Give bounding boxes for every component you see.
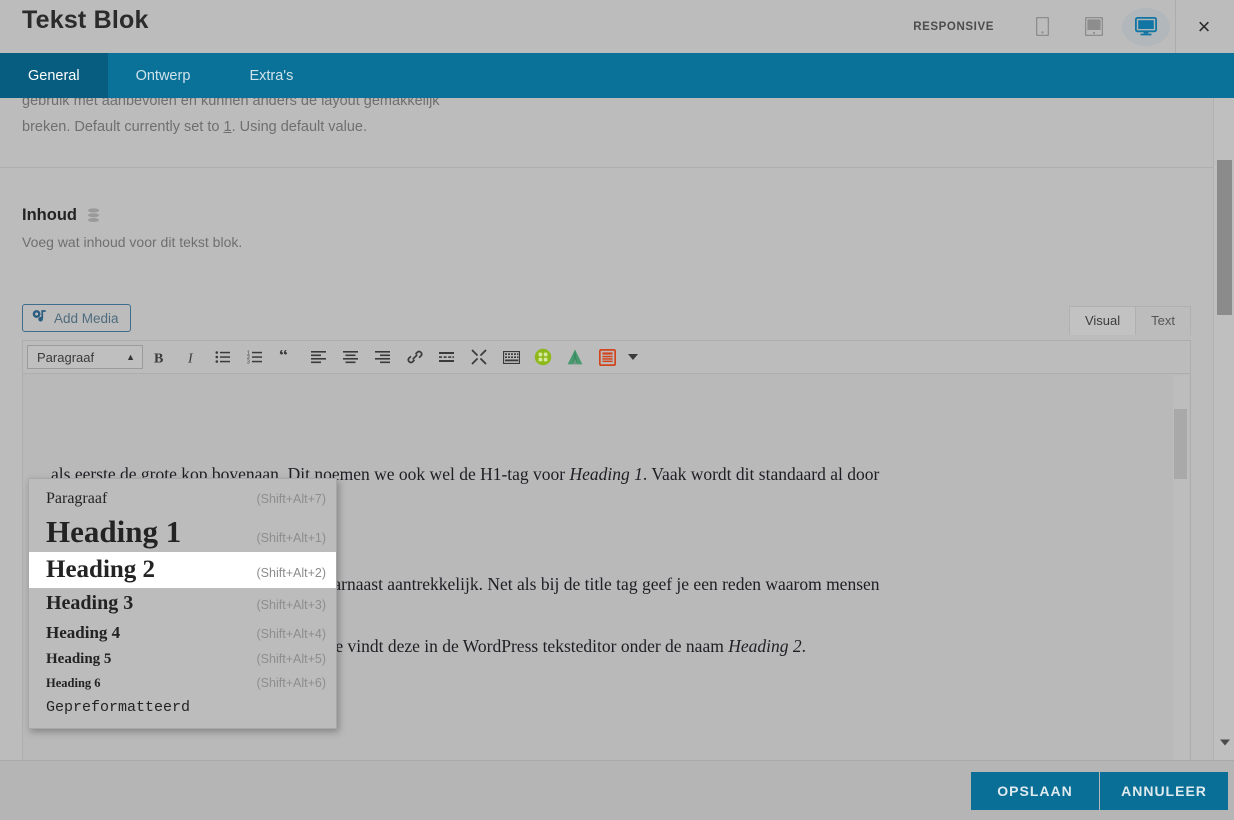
bullet-list-icon[interactable]	[207, 342, 239, 372]
format-option-label: Paragraaf	[46, 490, 108, 507]
format-option-shortcut: (Shift+Alt+1)	[256, 531, 326, 545]
format-option-shortcut: (Shift+Alt+7)	[256, 492, 326, 506]
avia-layout-icon[interactable]	[559, 342, 591, 372]
format-option-label: Heading 1	[46, 514, 182, 549]
doc-em-1: Heading 1	[569, 464, 643, 484]
template-red-icon[interactable]	[591, 342, 623, 372]
format-option-heading-6[interactable]: Heading 6 (Shift+Alt+6)	[29, 672, 336, 695]
save-button[interactable]: OPSLAAN	[971, 772, 1099, 810]
more-caret-icon[interactable]	[623, 342, 643, 372]
format-dropdown-menu: Paragraaf (Shift+Alt+7) Heading 1 (Shift…	[28, 478, 337, 729]
fullscreen-icon[interactable]	[463, 342, 495, 372]
doc-em-2: Heading 2	[728, 636, 802, 657]
desktop-icon	[1135, 17, 1157, 36]
format-select-value: Paragraaf	[37, 349, 95, 365]
editor-scrollbar[interactable]	[1173, 375, 1189, 760]
align-left-icon[interactable]	[303, 342, 335, 372]
modal-scrollbar-thumb[interactable]	[1217, 160, 1232, 315]
toolbar-toggle-icon[interactable]	[495, 342, 527, 372]
format-option-heading-2[interactable]: Heading 2 (Shift+Alt+2)	[29, 552, 336, 588]
numbered-list-icon[interactable]: 1 2 3	[239, 342, 271, 372]
svg-text:B: B	[154, 351, 163, 365]
editor-scrollbar-thumb[interactable]	[1174, 409, 1187, 479]
device-desktop-button[interactable]	[1122, 7, 1170, 46]
tab-bar: General Ontwerp Extra's	[0, 53, 1234, 98]
format-option-shortcut: (Shift+Alt+2)	[256, 566, 326, 580]
format-option-label: Heading 6	[46, 676, 101, 690]
scroll-down-arrow-icon[interactable]	[1214, 734, 1234, 750]
format-option-label: Heading 3	[46, 592, 134, 614]
clipped-help-line1: gebruik met aanbevolen en kunnen anders …	[22, 98, 440, 109]
tab-ontwerp[interactable]: Ontwerp	[108, 53, 219, 98]
format-option-label: Heading 2	[46, 556, 156, 583]
format-select[interactable]: Paragraaf ▲	[27, 345, 143, 369]
page-title: Tekst Blok	[22, 6, 149, 34]
doc-text-2: . Vaak wordt dit standaard al door	[642, 464, 880, 484]
modal-footer: OPSLAAN ANNULEER	[0, 760, 1234, 820]
shortcode-green-icon[interactable]	[527, 342, 559, 372]
mobile-icon	[1035, 17, 1049, 36]
read-more-icon[interactable]	[431, 342, 463, 372]
close-icon: ×	[1197, 14, 1211, 39]
modal-scrollbar[interactable]	[1213, 98, 1234, 760]
format-option-heading-3[interactable]: Heading 3 (Shift+Alt+3)	[29, 588, 336, 619]
link-icon[interactable]	[399, 342, 431, 372]
format-option-heading-1[interactable]: Heading 1 (Shift+Alt+1)	[29, 512, 336, 552]
italic-icon[interactable]: I	[175, 342, 207, 372]
close-button[interactable]: ×	[1184, 8, 1224, 46]
header-divider	[1175, 0, 1176, 53]
svg-text:I: I	[187, 351, 194, 365]
tab-extras[interactable]: Extra's	[218, 53, 324, 98]
tab-text[interactable]: Text	[1135, 306, 1191, 335]
chevron-up-icon: ▲	[126, 352, 135, 362]
blockquote-icon[interactable]: “	[271, 342, 303, 372]
format-option-label: Gepreformatteerd	[46, 699, 191, 716]
default-help-suffix: . Using default value.	[231, 119, 367, 135]
tab-general[interactable]: General	[0, 53, 108, 98]
align-center-icon[interactable]	[335, 342, 367, 372]
responsive-controls: RESPONSIVE	[913, 0, 1172, 53]
tab-visual[interactable]: Visual	[1068, 306, 1137, 335]
format-option-paragraaf[interactable]: Paragraaf (Shift+Alt+7)	[29, 486, 336, 512]
svg-text:“: “	[279, 350, 288, 364]
default-help-prefix: breken. Default currently set to	[22, 119, 224, 135]
media-icon	[32, 309, 47, 327]
format-option-label: Heading 4	[46, 623, 121, 642]
format-option-gepreformatteerd[interactable]: Gepreformatteerd	[29, 695, 336, 720]
modal-window: Tekst Blok RESPONSIVE × General Ontwerp …	[0, 0, 1234, 820]
window-header: Tekst Blok RESPONSIVE ×	[0, 0, 1234, 53]
inhoud-heading: Inhoud	[22, 206, 100, 225]
database-icon	[87, 208, 100, 223]
align-right-icon[interactable]	[367, 342, 399, 372]
editor-toolbar: Paragraaf ▲ B I 1 2 3 “	[23, 341, 1190, 374]
format-option-shortcut: (Shift+Alt+5)	[256, 652, 326, 666]
format-option-shortcut: (Shift+Alt+6)	[256, 676, 326, 690]
add-media-button[interactable]: Add Media	[22, 304, 131, 332]
clipped-help-line2: breken. Default currently set to 1. Usin…	[22, 114, 922, 140]
format-option-shortcut: (Shift+Alt+4)	[256, 627, 326, 641]
device-tablet-button[interactable]	[1070, 8, 1118, 46]
clipped-help-text: gebruik met aanbevolen en kunnen anders …	[22, 98, 922, 140]
tablet-icon	[1085, 17, 1103, 36]
bold-icon[interactable]: B	[143, 342, 175, 372]
format-option-heading-4[interactable]: Heading 4 (Shift+Alt+4)	[29, 619, 336, 647]
inhoud-description: Voeg wat inhoud voor dit tekst blok.	[22, 234, 243, 250]
format-option-shortcut: (Shift+Alt+3)	[256, 598, 326, 612]
add-media-label: Add Media	[54, 310, 119, 326]
device-mobile-button[interactable]	[1018, 8, 1066, 46]
responsive-label: RESPONSIVE	[913, 20, 994, 33]
cancel-button[interactable]: ANNULEER	[1100, 772, 1228, 810]
svg-text:3: 3	[247, 359, 250, 364]
doc-text-4: .	[801, 636, 806, 657]
inhoud-heading-label: Inhoud	[22, 206, 77, 224]
settings-body: gebruik met aanbevolen en kunnen anders …	[0, 98, 1213, 760]
section-divider	[0, 167, 1213, 168]
format-option-heading-5[interactable]: Heading 5 (Shift+Alt+5)	[29, 647, 336, 672]
default-value: 1	[223, 119, 232, 135]
editor-mode-tabs: Visual Text	[1068, 306, 1191, 335]
format-option-label: Heading 5	[46, 651, 112, 667]
